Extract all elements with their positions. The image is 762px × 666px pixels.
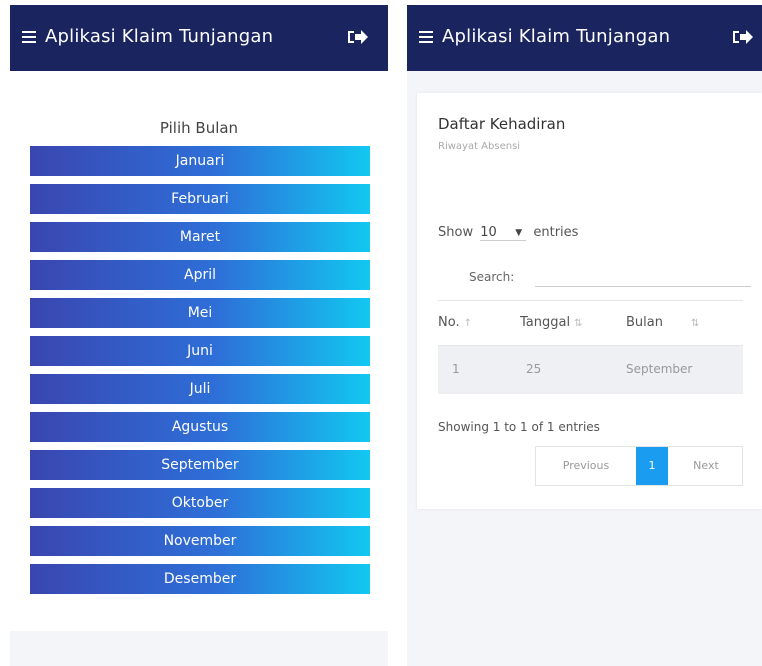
- table-info: Showing 1 to 1 of 1 entries: [438, 420, 600, 434]
- column-header-bulan[interactable]: Bulan ⇅: [626, 315, 699, 330]
- app-header: Aplikasi Klaim Tunjangan: [407, 5, 762, 71]
- hamburger-menu-icon[interactable]: [419, 31, 433, 43]
- month-picker-card: Pilih Bulan Januari Februari Maret April…: [10, 71, 388, 631]
- app-title: Aplikasi Klaim Tunjangan: [45, 26, 274, 47]
- month-picker-heading: Pilih Bulan: [159, 119, 239, 137]
- logout-icon[interactable]: [346, 27, 368, 47]
- search-label: Search:: [469, 270, 515, 284]
- show-entries-control: Show 10 ▼ entries: [438, 225, 578, 241]
- cell-no: 1: [452, 362, 460, 376]
- month-button-juli[interactable]: Juli: [30, 374, 370, 404]
- month-button-desember[interactable]: Desember: [30, 564, 370, 594]
- pagination-next-button[interactable]: Next: [668, 447, 744, 485]
- entries-select-value: 10: [480, 225, 497, 240]
- pagination-previous-button[interactable]: Previous: [536, 447, 636, 485]
- hamburger-menu-icon[interactable]: [22, 31, 36, 43]
- cell-tanggal: 25: [526, 362, 542, 376]
- sort-icon: ↑: [463, 318, 472, 329]
- table-header: No. ↑ Tanggal ⇅ Bulan ⇅: [438, 300, 743, 346]
- month-button-juni[interactable]: Juni: [30, 336, 370, 366]
- pagination: Previous 1 Next: [535, 446, 743, 486]
- month-button-agustus[interactable]: Agustus: [30, 412, 370, 442]
- pagination-page-button[interactable]: 1: [636, 447, 668, 485]
- entries-label: entries: [533, 225, 579, 240]
- attendance-card: Daftar Kehadiran Riwayat Absensi Show 10…: [417, 93, 762, 509]
- month-button-mei[interactable]: Mei: [30, 298, 370, 328]
- attendance-table: No. ↑ Tanggal ⇅ Bulan ⇅ 1 25 September: [438, 300, 743, 394]
- sort-icon: ⇅: [574, 318, 583, 329]
- month-picker-screen: Aplikasi Klaim Tunjangan Pilih Bulan Jan…: [10, 5, 388, 666]
- month-button-september[interactable]: September: [30, 450, 370, 480]
- month-button-januari[interactable]: Januari: [30, 146, 370, 176]
- attendance-screen: Aplikasi Klaim Tunjangan Daftar Kehadira…: [407, 5, 762, 666]
- card-title: Daftar Kehadiran: [438, 115, 566, 133]
- select-caret-icon: ▼: [515, 228, 523, 238]
- table-row: 1 25 September: [438, 346, 743, 394]
- logout-icon[interactable]: [731, 27, 753, 47]
- show-label: Show: [438, 225, 474, 240]
- app-title: Aplikasi Klaim Tunjangan: [442, 26, 671, 47]
- month-button-maret[interactable]: Maret: [30, 222, 370, 252]
- column-header-no[interactable]: No. ↑: [438, 315, 472, 330]
- month-button-april[interactable]: April: [30, 260, 370, 290]
- app-header: Aplikasi Klaim Tunjangan: [10, 5, 388, 71]
- search-input[interactable]: [535, 285, 751, 287]
- column-header-tanggal[interactable]: Tanggal ⇅: [520, 315, 582, 330]
- card-subtitle: Riwayat Absensi: [438, 141, 521, 152]
- entries-select[interactable]: 10 ▼: [480, 225, 527, 241]
- month-button-november[interactable]: November: [30, 526, 370, 556]
- cell-bulan: September: [626, 362, 693, 376]
- month-button-oktober[interactable]: Oktober: [30, 488, 370, 518]
- month-button-februari[interactable]: Februari: [30, 184, 370, 214]
- sort-icon: ⇅: [690, 318, 700, 329]
